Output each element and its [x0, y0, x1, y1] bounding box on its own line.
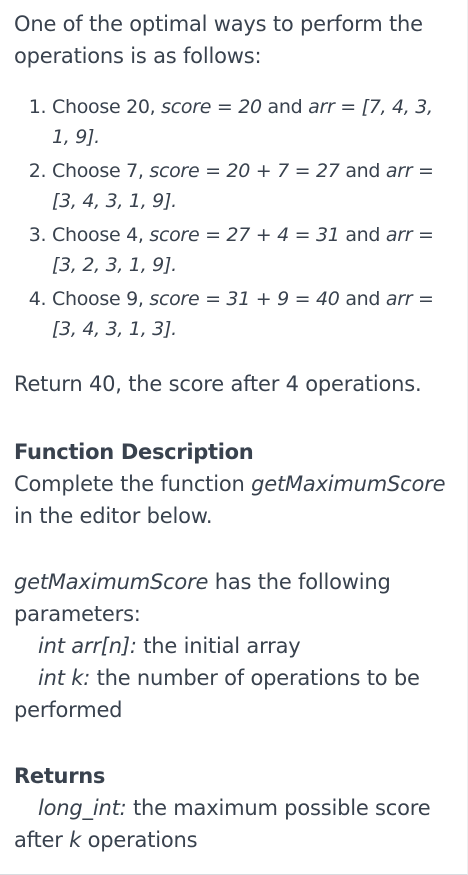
parameters-intro: getMaximumScore has the following parame… — [14, 570, 391, 626]
parameter-item: int k: the number of operations to be pe… — [14, 666, 420, 722]
function-description-heading: Function Description — [14, 440, 254, 464]
parameter-item: int arr[n]: the initial array — [38, 634, 301, 658]
explanation-intro: One of the optimal ways to perform the o… — [14, 12, 423, 68]
score-expression: score = 31 + 9 = 40 — [149, 288, 340, 310]
return-summary: Return 40, the score after 4 operations. — [14, 372, 422, 396]
return-type: long_int: — [38, 796, 127, 820]
operation-step: Choose 9, score = 31 + 9 = 40 and arr = … — [52, 284, 449, 344]
problem-statement: One of the optimal ways to perform the o… — [0, 0, 468, 875]
parameter-name: int arr[n]: — [38, 634, 137, 658]
parameter-name: int k: — [38, 666, 91, 690]
score-expression: score = 27 + 4 = 31 — [149, 224, 340, 246]
returns-text: long_int: the maximum possible score aft… — [14, 796, 431, 852]
operation-step: Choose 20, score = 20 and arr = [7, 4, 3… — [52, 92, 449, 152]
operation-step: Choose 4, score = 27 + 4 = 31 and arr = … — [52, 220, 449, 280]
function-name: getMaximumScore — [251, 472, 446, 496]
returns-heading: Returns — [14, 764, 106, 788]
score-expression: score = 20 + 7 = 27 — [149, 160, 340, 182]
function-description-text: Complete the function getMaximumScore in… — [14, 472, 446, 528]
function-name: getMaximumScore — [14, 570, 209, 594]
operation-steps-list: Choose 20, score = 20 and arr = [7, 4, 3… — [14, 92, 449, 344]
operation-step: Choose 7, score = 20 + 7 = 27 and arr = … — [52, 156, 449, 216]
score-expression: score = 20 — [161, 96, 262, 118]
variable-k: k — [69, 828, 82, 852]
